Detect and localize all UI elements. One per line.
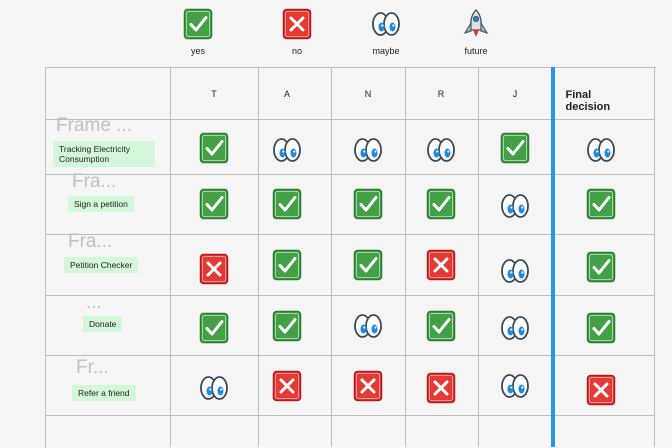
column-header-final-decision: Final decision <box>565 89 611 113</box>
eyes-icon <box>371 8 401 40</box>
check-icon <box>199 312 229 344</box>
frame-label: Fr... <box>76 357 109 378</box>
eyes-icon <box>500 190 530 222</box>
eyes-icon <box>586 134 616 166</box>
check-icon <box>586 312 616 344</box>
eyes-icon <box>199 372 229 404</box>
cross-icon <box>426 249 456 281</box>
legend-item-no: no <box>262 8 332 56</box>
feature-sticky-note[interactable]: Donate <box>83 316 123 332</box>
column-header-a: A <box>283 89 291 99</box>
cross-icon <box>586 374 616 406</box>
cross-icon <box>199 253 229 285</box>
rocket-icon <box>461 8 491 40</box>
check-icon <box>272 249 302 281</box>
check-icon <box>199 132 229 164</box>
feature-sticky-note[interactable]: Tracking Electricity Consumption <box>53 141 155 167</box>
legend-item-yes: yes <box>163 8 233 56</box>
column-divider <box>654 67 655 447</box>
check-icon <box>426 188 456 220</box>
row-divider <box>45 174 655 175</box>
eyes-icon <box>353 310 383 342</box>
frame-label: ... <box>86 292 102 313</box>
check-icon <box>199 188 229 220</box>
row-divider <box>45 234 655 235</box>
eyes-icon <box>272 134 302 166</box>
check-icon <box>183 8 213 40</box>
column-header-r: R <box>437 89 445 99</box>
eyes-icon <box>353 134 383 166</box>
cross-icon <box>426 372 456 404</box>
row-divider <box>45 119 655 120</box>
check-icon <box>586 188 616 220</box>
frame-label: Fra... <box>72 171 117 192</box>
cross-icon <box>353 370 383 402</box>
check-icon <box>586 251 616 283</box>
cross-icon <box>282 8 312 40</box>
row-divider <box>45 295 655 296</box>
frame-label: Fra... <box>68 231 113 252</box>
legend-label: future <box>464 46 488 56</box>
feature-sticky-note[interactable]: Refer a friend <box>72 385 136 401</box>
column-divider <box>405 67 406 447</box>
legend-label: maybe <box>372 46 400 56</box>
eyes-icon <box>426 134 456 166</box>
feature-sticky-note[interactable]: Petition Checker <box>64 257 139 273</box>
row-divider <box>45 355 655 356</box>
check-icon <box>500 132 530 164</box>
eyes-icon <box>500 312 530 344</box>
check-icon <box>426 310 456 342</box>
feature-sticky-note[interactable]: Sign a petition <box>68 196 134 212</box>
column-divider <box>170 67 171 447</box>
legend-label: yes <box>190 46 205 56</box>
legend-item-future: future <box>441 8 511 56</box>
check-icon <box>272 310 302 342</box>
column-header-n: N <box>364 89 372 99</box>
row-divider <box>45 415 655 416</box>
final-decision-divider <box>551 67 555 447</box>
check-icon <box>353 249 383 281</box>
cross-icon <box>272 370 302 402</box>
check-icon <box>353 188 383 220</box>
legend-label: no <box>291 46 302 56</box>
column-divider <box>258 67 259 447</box>
eyes-icon <box>500 255 530 287</box>
check-icon <box>272 188 302 220</box>
legend-item-maybe: maybe <box>351 8 421 56</box>
frame-label: Frame ... <box>56 115 133 136</box>
column-divider <box>331 67 332 447</box>
column-divider <box>478 67 479 447</box>
eyes-icon <box>500 370 530 402</box>
column-header-t: T <box>211 89 217 99</box>
column-header-j: J <box>512 89 518 99</box>
